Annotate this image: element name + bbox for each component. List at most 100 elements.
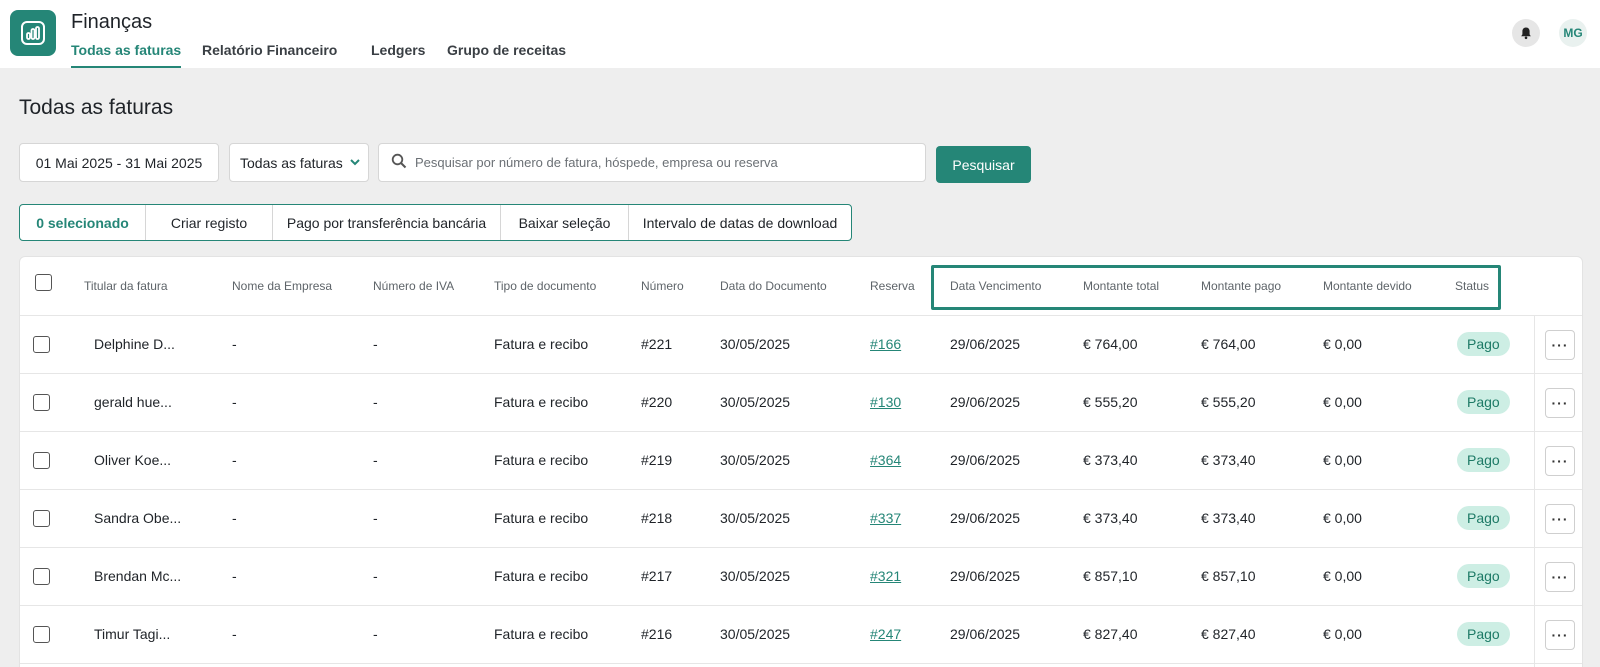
col-empresa[interactable]: Nome da Empresa [232, 279, 332, 293]
cell-total: € 373,40 [1083, 452, 1138, 468]
cell-doc-date: 30/05/2025 [720, 336, 791, 352]
cell-total: € 373,40 [1083, 510, 1138, 526]
cell-doc-date: 30/05/2025 [720, 394, 791, 410]
col-data-documento[interactable]: Data do Documento [720, 279, 827, 293]
invoice-filter-value: Todas as faturas [240, 154, 343, 171]
table-row[interactable]: Delphine D... - - Fatura e recibo #221 30/05/… [20, 316, 1582, 374]
status-badge: Pago [1457, 448, 1510, 472]
cell-due-date: 29/06/2025 [950, 510, 1021, 526]
download-selection-button[interactable]: Baixar seleção [500, 205, 628, 240]
col-numero[interactable]: Número [641, 279, 684, 293]
cell-vat: - [373, 336, 378, 352]
cell-doc-type: Fatura e recibo [494, 626, 589, 642]
row-checkbox[interactable] [33, 568, 50, 585]
cell-holder: Timur Tagi... [94, 626, 171, 642]
cell-vat: - [373, 568, 378, 584]
more-options-icon[interactable]: ··· [1545, 446, 1575, 476]
reservation-link[interactable]: #130 [870, 394, 901, 410]
table-row[interactable]: Brendan Mc... - - Fatura e recibo #217 30/05/… [20, 548, 1582, 606]
tab-relatorio-financeiro[interactable]: Relatório Financeiro [202, 42, 337, 58]
table-header: Titular da fatura Nome da Empresa Número… [20, 257, 1582, 316]
reservation-link[interactable]: #364 [870, 452, 901, 468]
create-record-button[interactable]: Criar registo [145, 205, 272, 240]
cell-doc-type: Fatura e recibo [494, 568, 589, 584]
cell-vat: - [373, 626, 378, 642]
tab-ledgers[interactable]: Ledgers [371, 42, 425, 58]
tab-grupo-de-receitas[interactable]: Grupo de receitas [447, 42, 566, 58]
row-checkbox[interactable] [33, 336, 50, 353]
cell-holder: gerald hue... [94, 394, 172, 410]
table-row[interactable]: Sandra Obe... - - Fatura e recibo #218 30/05/… [20, 490, 1582, 548]
cell-doc-date: 30/05/2025 [720, 568, 791, 584]
table-row[interactable]: gerald hue... - - Fatura e recibo #220 30/05/… [20, 374, 1582, 432]
more-options-icon[interactable]: ··· [1545, 388, 1575, 418]
more-options-icon[interactable]: ··· [1545, 330, 1575, 360]
cell-due: € 0,00 [1323, 452, 1362, 468]
reservation-link[interactable]: #247 [870, 626, 901, 642]
date-range-value: 01 Mai 2025 - 31 Mai 2025 [35, 154, 203, 171]
cell-doc-type: Fatura e recibo [494, 510, 589, 526]
bell-icon[interactable] [1512, 19, 1540, 47]
bar-chart-icon[interactable] [10, 10, 56, 56]
search-icon [391, 153, 407, 172]
select-all-checkbox[interactable] [35, 274, 52, 291]
user-avatar[interactable]: MG [1559, 19, 1587, 47]
reservation-link[interactable]: #166 [870, 336, 901, 352]
cell-number: #219 [641, 452, 673, 468]
cell-due-date: 29/06/2025 [950, 336, 1021, 352]
cell-total: € 764,00 [1083, 336, 1138, 352]
cell-doc-date: 30/05/2025 [720, 452, 791, 468]
cell-due: € 0,00 [1323, 626, 1362, 642]
cell-doc-type: Fatura e recibo [494, 452, 589, 468]
reservation-link[interactable]: #321 [870, 568, 901, 584]
tab-todas-as-faturas[interactable]: Todas as faturas [71, 42, 182, 68]
cell-doc-type: Fatura e recibo [494, 394, 589, 410]
search-input[interactable] [415, 155, 915, 170]
cell-holder: Delphine D... [94, 336, 175, 352]
more-options-icon[interactable]: ··· [1545, 620, 1575, 650]
cell-holder: Oliver Koe... [94, 452, 172, 468]
cell-vat: - [373, 510, 378, 526]
row-checkbox[interactable] [33, 510, 50, 527]
cell-due: € 0,00 [1323, 510, 1362, 526]
invoice-filter-select[interactable]: Todas as faturas [229, 143, 369, 182]
table-row[interactable]: Timur Tagi... - - Fatura e recibo #216 30/05/… [20, 606, 1582, 664]
status-badge: Pago [1457, 564, 1510, 588]
table-row[interactable]: Oliver Koe... - - Fatura e recibo #219 30/05/… [20, 432, 1582, 490]
col-reserva[interactable]: Reserva [870, 279, 915, 293]
cell-paid: € 373,40 [1201, 452, 1256, 468]
cell-vat: - [373, 452, 378, 468]
cell-company: - [232, 452, 237, 468]
cell-due-date: 29/06/2025 [950, 568, 1021, 584]
cell-company: - [232, 336, 237, 352]
highlighted-columns-frame [931, 265, 1501, 310]
cell-due: € 0,00 [1323, 336, 1362, 352]
cell-company: - [232, 510, 237, 526]
download-date-range-button[interactable]: Intervalo de datas de download [628, 205, 851, 240]
more-options-icon[interactable]: ··· [1545, 504, 1575, 534]
cell-doc-date: 30/05/2025 [720, 626, 791, 642]
search-button[interactable]: Pesquisar [936, 146, 1031, 183]
bulk-actions-bar: 0 selecionado Criar registo Pago por tra… [19, 204, 852, 241]
selected-count: 0 selecionado [36, 214, 129, 231]
more-options-icon[interactable]: ··· [1545, 562, 1575, 592]
cell-doc-type: Fatura e recibo [494, 336, 589, 352]
chevron-down-icon [349, 155, 361, 171]
reservation-link[interactable]: #337 [870, 510, 901, 526]
row-checkbox[interactable] [33, 394, 50, 411]
cell-holder: Brendan Mc... [94, 568, 182, 584]
col-iva[interactable]: Número de IVA [373, 279, 454, 293]
cell-doc-date: 30/05/2025 [720, 510, 791, 526]
cell-paid: € 764,00 [1201, 336, 1256, 352]
date-range-picker[interactable]: 01 Mai 2025 - 31 Mai 2025 [19, 143, 219, 182]
cell-holder: Sandra Obe... [94, 510, 182, 526]
cell-total: € 857,10 [1083, 568, 1138, 584]
col-titular[interactable]: Titular da fatura [84, 279, 168, 293]
paid-by-bank-transfer-button[interactable]: Pago por transferência bancária [272, 205, 500, 240]
cell-number: #217 [641, 568, 673, 584]
col-tipo-documento[interactable]: Tipo de documento [494, 279, 596, 293]
cell-due-date: 29/06/2025 [950, 452, 1021, 468]
row-checkbox[interactable] [33, 452, 50, 469]
cell-due-date: 29/06/2025 [950, 394, 1021, 410]
row-checkbox[interactable] [33, 626, 50, 643]
